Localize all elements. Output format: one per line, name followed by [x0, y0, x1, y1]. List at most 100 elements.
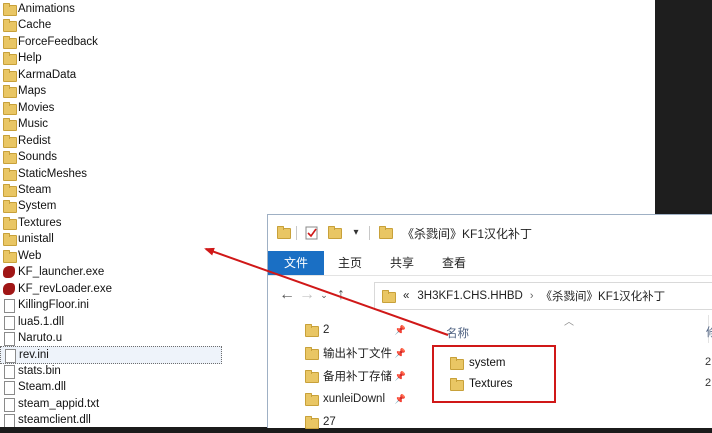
list-item[interactable]: Music: [0, 116, 48, 132]
list-item[interactable]: steamclient.dll: [0, 412, 91, 427]
list-item[interactable]: Animations: [0, 1, 75, 17]
window-title: 《杀戮间》KF1汉化补丁: [402, 226, 533, 241]
list-item[interactable]: Steam: [0, 182, 51, 198]
list-item-label: Maps: [18, 85, 47, 98]
pin-icon[interactable]: 📌: [395, 348, 406, 359]
list-item[interactable]: Textures: [0, 215, 61, 231]
nav-item-label: 输出补丁文件: [323, 348, 392, 360]
list-item-label: Animations: [18, 3, 75, 15]
folder-icon: [2, 134, 17, 148]
list-item-label: steamclient.dll: [18, 414, 91, 427]
list-item[interactable]: Help: [0, 50, 42, 66]
list-item-label: Steam: [18, 183, 52, 196]
breadcrumb-1[interactable]: 3H3KF1.CHS.HHBD: [417, 290, 522, 302]
new-folder-icon[interactable]: [327, 226, 342, 240]
list-item[interactable]: System: [0, 198, 56, 214]
column-header-name[interactable]: 名称: [446, 325, 469, 341]
nav-item[interactable]: 输出补丁文件 📌: [304, 342, 408, 364]
folder-icon: [304, 324, 319, 337]
list-item-label: Movies: [18, 101, 55, 114]
address-bar[interactable]: « 3H3KF1.CHS.HHBD › 《杀戮间》KF1汉化补丁: [374, 282, 712, 310]
folder-icon: [2, 101, 17, 115]
quick-access-dropdown-icon[interactable]: ▾: [349, 226, 363, 240]
nav-item[interactable]: 2 📌: [304, 319, 408, 341]
list-item-label: KarmaData: [18, 68, 77, 81]
chevron-right-icon[interactable]: ›: [530, 290, 534, 302]
tab-0[interactable]: 文件: [268, 251, 325, 275]
tab-1[interactable]: 主页: [324, 251, 376, 275]
folder-icon: [2, 52, 17, 66]
background-strip: [655, 0, 712, 210]
list-item[interactable]: steam_appid.txt: [0, 396, 99, 412]
ribbon-tabs: 文件 主页 共享 查看: [268, 251, 712, 276]
folder-icon: [2, 216, 17, 230]
list-item-label: stats.bin: [18, 364, 61, 377]
forward-arrow-icon[interactable]: →: [297, 286, 317, 304]
list-item[interactable]: lua5.1.dll: [0, 314, 64, 330]
recent-locations-chevron-icon[interactable]: ⌄: [317, 290, 331, 301]
file-icon: [2, 332, 16, 346]
pin-icon[interactable]: 📌: [395, 325, 406, 336]
folder-icon: [2, 249, 17, 263]
list-item[interactable]: StaticMeshes: [0, 166, 87, 182]
title-bar: ▾ 《杀戮间》KF1汉化补丁: [268, 215, 712, 251]
nav-item-label: 27: [323, 416, 336, 428]
pin-icon[interactable]: 📌: [395, 371, 406, 382]
divider: [369, 226, 370, 240]
list-item[interactable]: Steam.dll: [0, 379, 66, 396]
properties-check-icon[interactable]: [305, 226, 319, 240]
list-item[interactable]: KarmaData: [0, 67, 76, 83]
file-icon: [2, 364, 16, 379]
list-item[interactable]: KF_launcher.exe: [0, 264, 104, 280]
list-item[interactable]: unistall: [0, 231, 54, 247]
list-item-label: Textures: [18, 216, 62, 229]
list-item-label: Cache: [18, 19, 52, 32]
back-arrow-icon[interactable]: ←: [277, 286, 297, 304]
list-item[interactable]: Cache: [0, 17, 51, 33]
list-item[interactable]: Maps: [0, 83, 46, 99]
column-header-date[interactable]: 修: [706, 324, 712, 340]
nav-item[interactable]: 备用补丁存储 📌: [304, 365, 408, 387]
overflow-crumb[interactable]: «: [403, 290, 409, 302]
list-item[interactable]: stats.bin: [0, 363, 61, 379]
list-item[interactable]: KillingFloor.ini: [0, 297, 89, 314]
nav-item[interactable]: 27: [304, 411, 408, 433]
sort-caret-icon: ︿: [564, 317, 574, 328]
folder-icon: [2, 3, 17, 16]
folder-icon: [2, 68, 17, 82]
folder-icon: [2, 183, 17, 197]
list-item[interactable]: Sounds: [0, 149, 57, 165]
list-item-label: Naruto.u: [18, 332, 63, 344]
divider: [296, 226, 297, 240]
tab-2[interactable]: 共享: [376, 251, 428, 275]
nav-item-label: xunleiDownl: [323, 393, 386, 405]
up-arrow-icon[interactable]: ↑: [331, 286, 351, 304]
folder-icon: [304, 416, 319, 429]
breadcrumb-2[interactable]: 《杀戮间》KF1汉化补丁: [541, 288, 666, 304]
list-item-label: ForceFeedback: [18, 35, 98, 48]
file-icon: [2, 414, 16, 427]
folder-icon: [304, 347, 319, 360]
tab-3[interactable]: 查看: [428, 251, 480, 275]
list-item-label: KillingFloor.ini: [18, 299, 89, 312]
folder-icon[interactable]: [276, 226, 291, 240]
folder-icon: [2, 200, 17, 214]
nav-item-label: 2: [323, 324, 330, 336]
folder-icon: [381, 290, 396, 303]
list-item[interactable]: ForceFeedback: [0, 34, 98, 50]
list-item[interactable]: Redist: [0, 133, 51, 149]
folder-icon: [2, 118, 17, 132]
pin-icon[interactable]: 📌: [395, 394, 406, 405]
nav-item-label: 备用补丁存储: [323, 371, 392, 383]
folder-icon: [304, 393, 319, 406]
nav-item[interactable]: xunleiDownl 📌: [304, 388, 408, 410]
list-item[interactable]: Naruto.u: [0, 330, 62, 346]
list-item[interactable]: Web: [0, 248, 41, 264]
list-item-label: unistall: [18, 233, 54, 246]
list-item[interactable]: rev.ini: [0, 346, 222, 365]
exe-icon: [2, 282, 16, 295]
list-item[interactable]: KF_revLoader.exe: [0, 281, 112, 297]
list-item-label: steam_appid.txt: [18, 397, 100, 410]
list-item[interactable]: Movies: [0, 100, 54, 116]
folder-icon: [2, 85, 17, 99]
